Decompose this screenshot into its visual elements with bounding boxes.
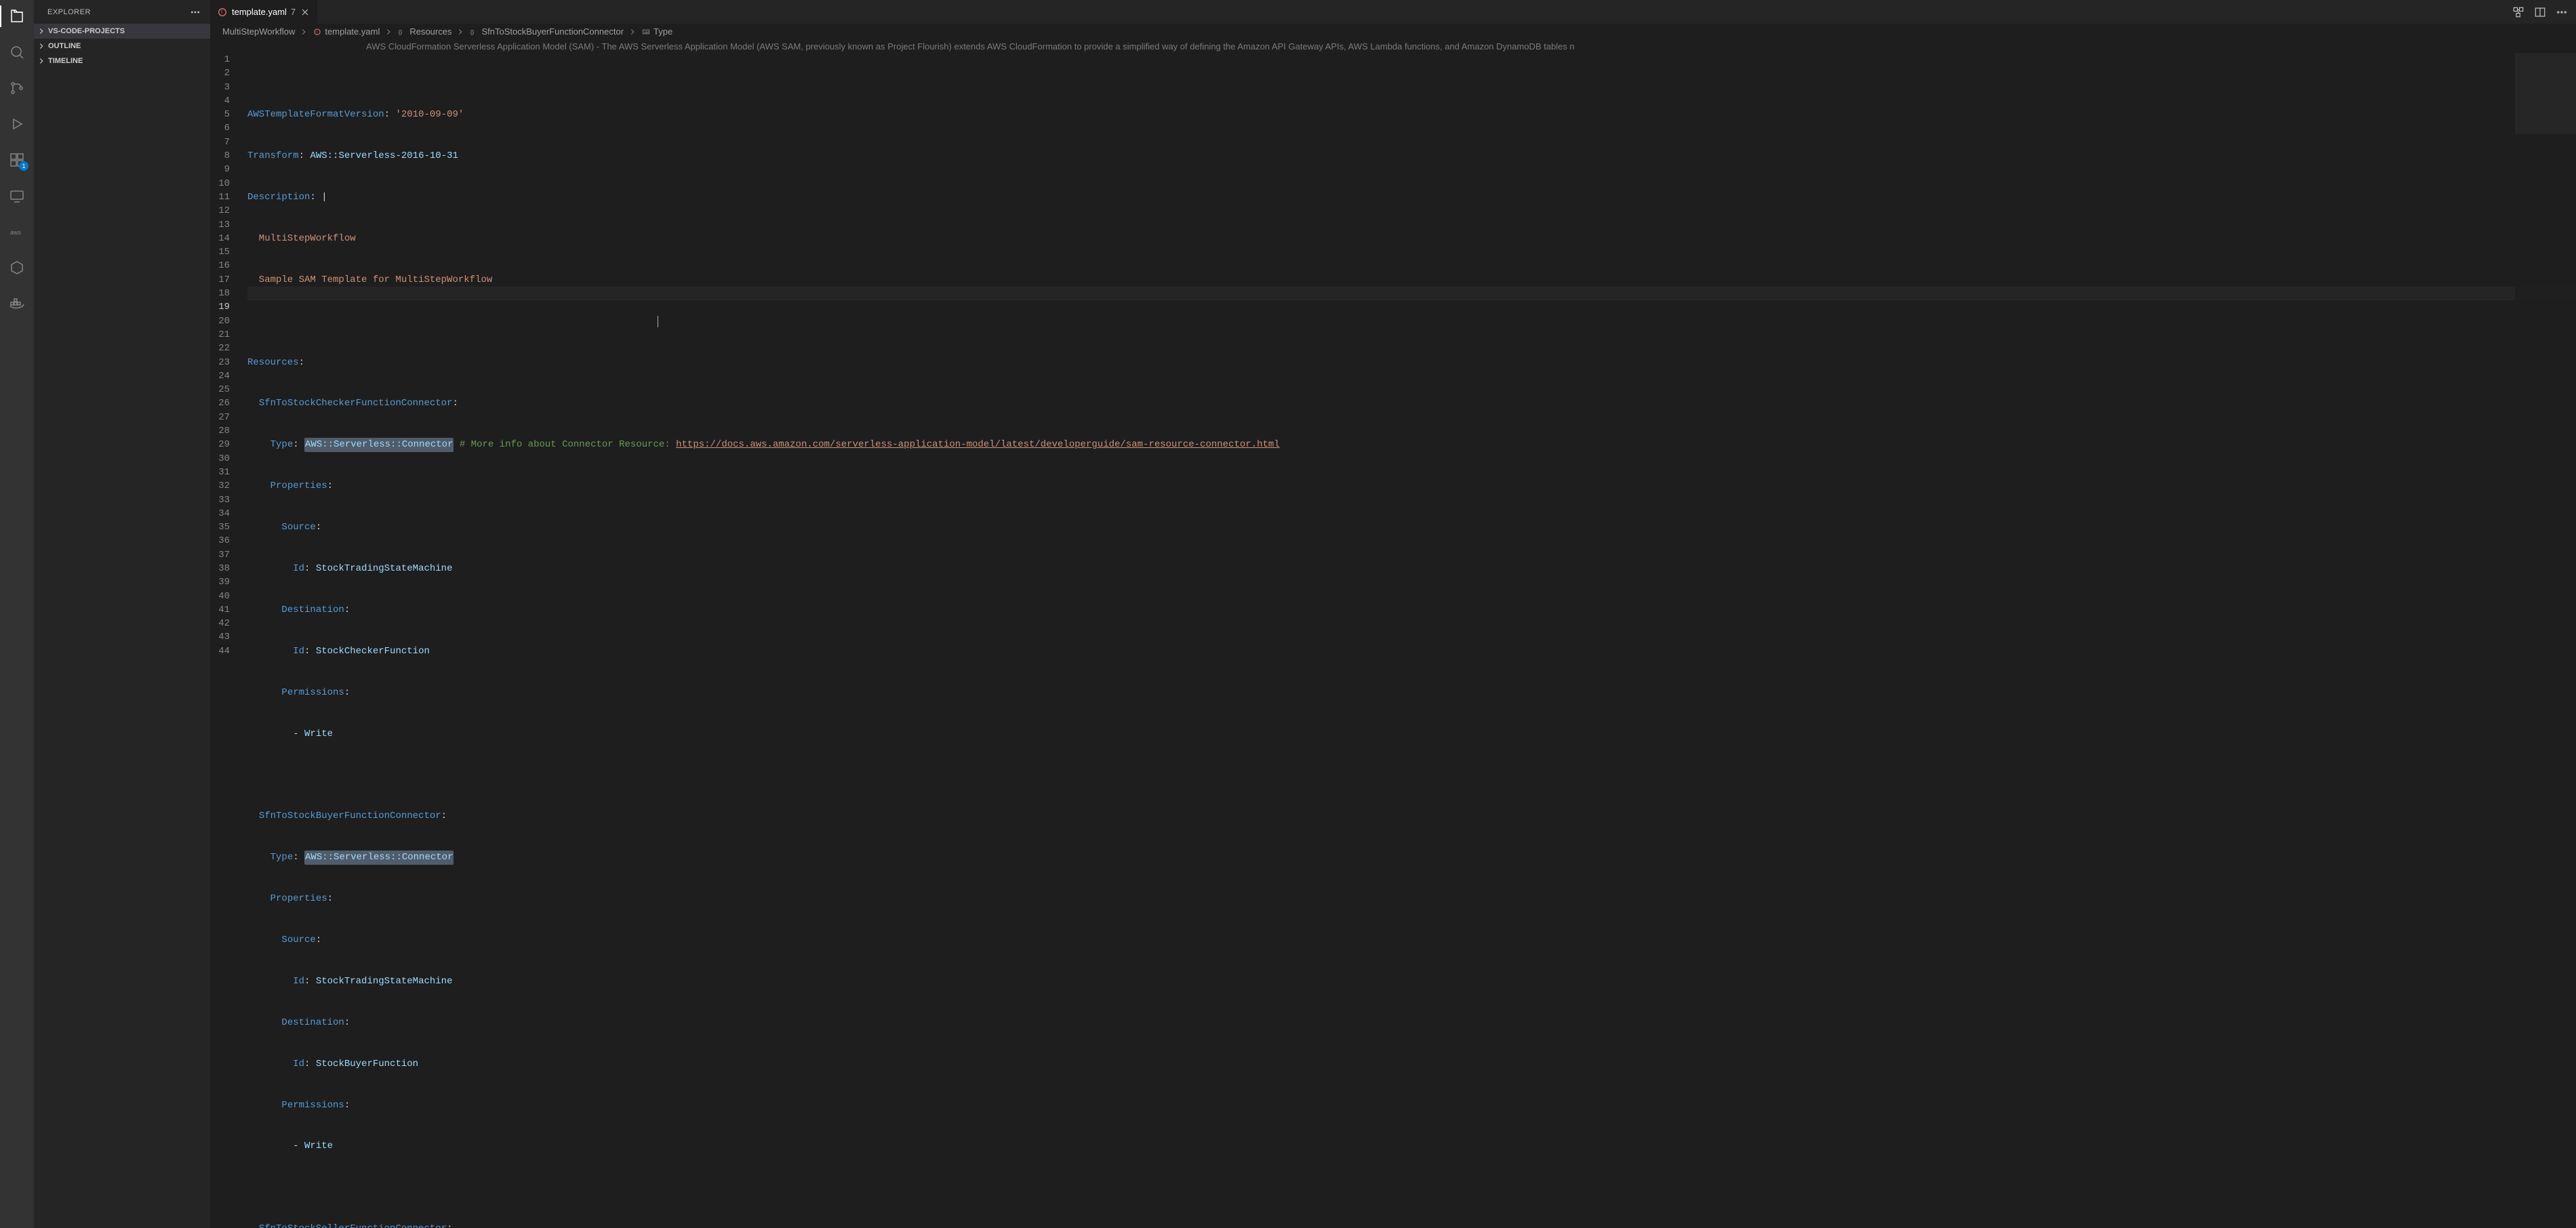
explorer-icon[interactable]	[0, 5, 34, 27]
activity-bar: 1 aws	[0, 0, 34, 1228]
section-label: OUTLINE	[48, 42, 81, 50]
minimap[interactable]	[2515, 53, 2576, 1228]
sidebar-title: EXPLORER	[47, 8, 91, 16]
yaml-file-icon: !	[217, 7, 228, 18]
aws-icon[interactable]: aws	[0, 221, 34, 243]
crumb-resources[interactable]: {} Resources	[397, 26, 451, 37]
editor-tabs: ! template.yaml 7	[210, 0, 2576, 24]
hex-icon[interactable]	[0, 257, 34, 279]
more-icon[interactable]	[190, 7, 201, 18]
active-line-highlight	[247, 287, 2576, 300]
remote-icon[interactable]	[0, 185, 34, 207]
tab-filename: template.yaml	[232, 7, 287, 17]
svg-text:!: !	[221, 9, 222, 15]
yaml-file-icon: !	[313, 27, 322, 37]
chevron-right-icon	[384, 27, 393, 37]
minimap-slider[interactable]	[2515, 53, 2576, 134]
sidebar-section-projects[interactable]: VS-CODE-PROJECTS	[34, 24, 210, 39]
search-icon[interactable]	[0, 41, 34, 63]
editor-body[interactable]: 12345 678910 1112131415 1617181920 21222…	[210, 53, 2576, 1228]
crumb-connector[interactable]: {} SfnToStockBuyerFunctionConnector	[469, 26, 624, 37]
svg-text:abc: abc	[644, 30, 649, 33]
close-icon[interactable]	[300, 7, 310, 18]
breadcrumbs[interactable]: MultiStepWorkflow ! template.yaml {} Res…	[210, 24, 2576, 40]
crumb-folder[interactable]: MultiStepWorkflow	[222, 26, 295, 37]
tab-problem-count: 7	[291, 7, 296, 17]
extension-badge: 1	[19, 161, 28, 171]
svg-text:{}: {}	[470, 28, 475, 35]
docker-icon[interactable]	[0, 293, 34, 314]
chevron-right-icon	[37, 26, 46, 36]
line-gutter: 12345 678910 1112131415 1617181920 21222…	[210, 53, 247, 1228]
string-icon: abc	[641, 27, 651, 37]
crumb-type[interactable]: abc Type	[641, 26, 672, 37]
tab-template-yaml[interactable]: ! template.yaml 7	[210, 0, 318, 24]
braces-icon: {}	[469, 27, 479, 37]
split-editor-icon[interactable]	[2534, 6, 2546, 18]
workflow-icon[interactable]	[2512, 6, 2524, 18]
extensions-icon[interactable]: 1	[0, 149, 34, 171]
sidebar-section-timeline[interactable]: TIMELINE	[34, 54, 210, 68]
svg-text:!: !	[317, 30, 318, 34]
hover-description: AWS CloudFormation Serverless Applicatio…	[210, 40, 2576, 53]
section-label: TIMELINE	[48, 57, 83, 65]
more-actions-icon[interactable]	[2556, 6, 2568, 18]
chevron-right-icon	[37, 41, 46, 51]
braces-icon: {}	[397, 27, 407, 37]
editor-actions	[2512, 0, 2576, 24]
source-control-icon[interactable]	[0, 77, 34, 99]
sidebar-header: EXPLORER	[34, 0, 210, 24]
chevron-right-icon	[628, 27, 637, 37]
crumb-file[interactable]: ! template.yaml	[313, 26, 380, 37]
sidebar: EXPLORER VS-CODE-PROJECTS OUTLINE TIMELI…	[34, 0, 210, 1228]
section-label: VS-CODE-PROJECTS	[48, 27, 125, 35]
svg-text:{}: {}	[399, 28, 403, 35]
run-debug-icon[interactable]	[0, 113, 34, 135]
chevron-right-icon	[299, 27, 308, 37]
chevron-right-icon	[37, 56, 46, 66]
chevron-right-icon	[456, 27, 465, 37]
editor-area: ! template.yaml 7 MultiStepWorkflow ! te…	[210, 0, 2576, 1228]
app-root: 1 aws EXPLORER VS-CODE-PROJECTS OUTLINE …	[0, 0, 2576, 1228]
svg-text:aws: aws	[10, 229, 22, 236]
code-content[interactable]: AWSTemplateFormatVersion: '2010-09-09' T…	[247, 53, 2576, 1228]
sidebar-section-outline[interactable]: OUTLINE	[34, 39, 210, 54]
